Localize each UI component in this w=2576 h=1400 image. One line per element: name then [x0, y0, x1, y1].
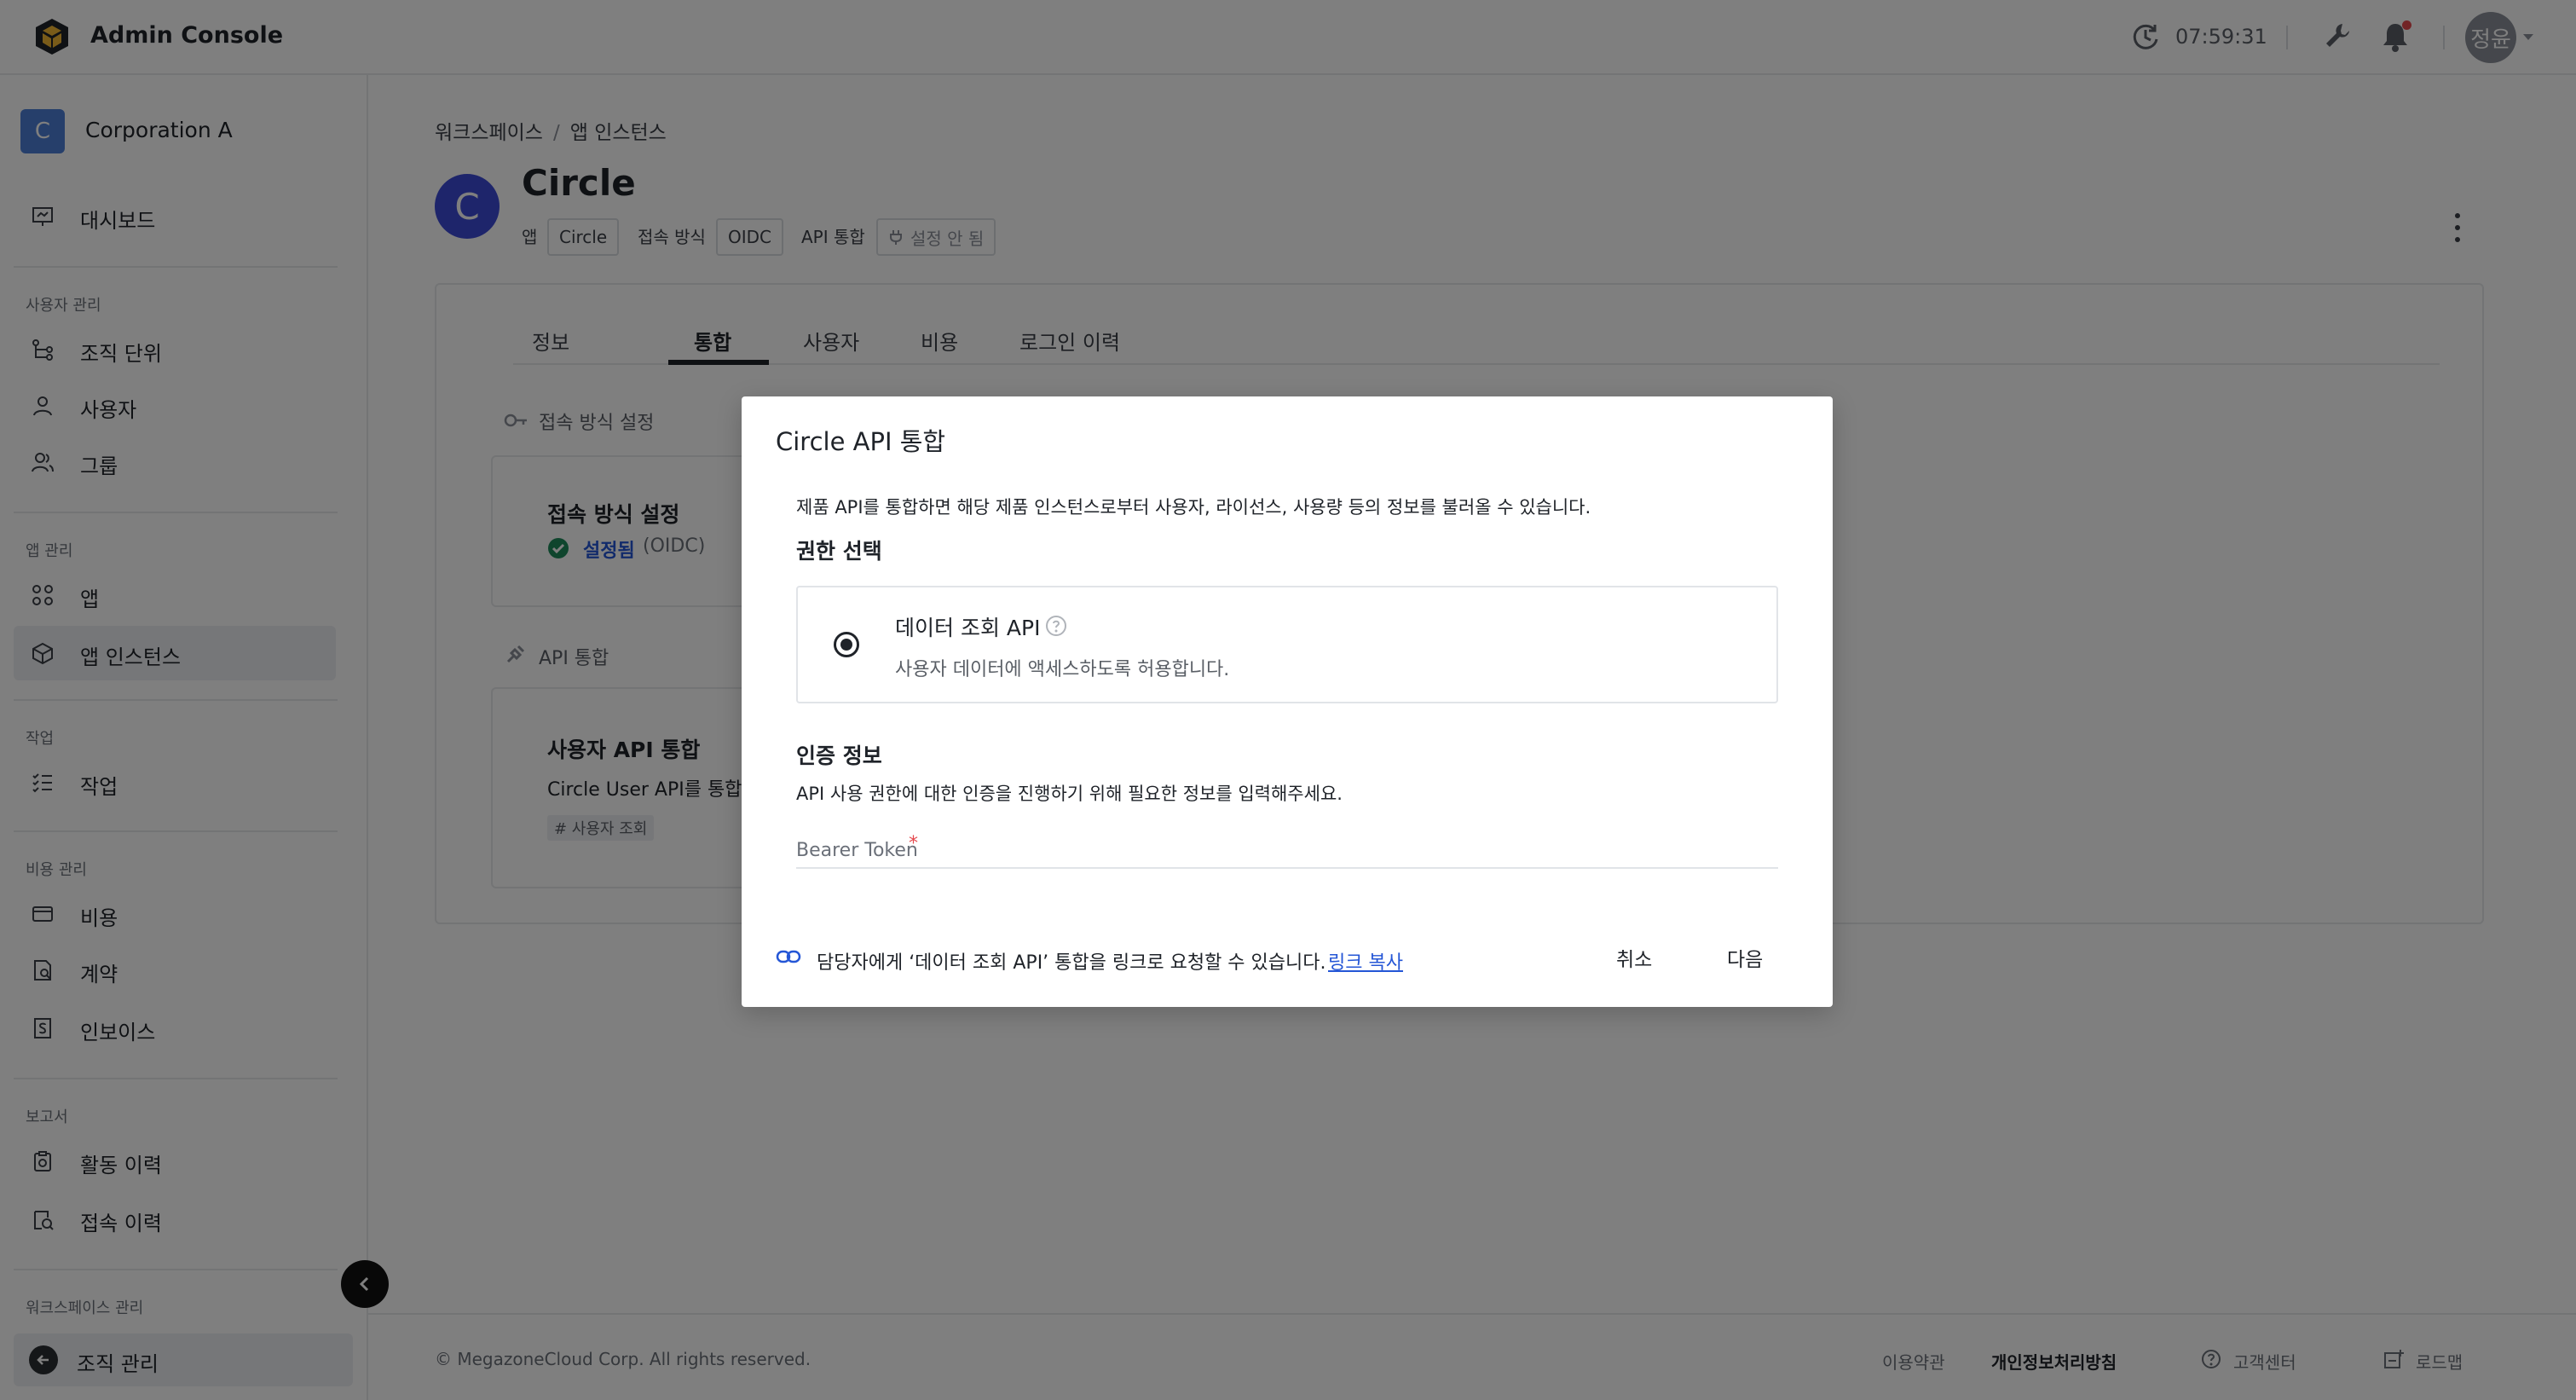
cancel-button[interactable]: 취소	[1599, 935, 1669, 980]
help-circle-icon[interactable]	[1045, 615, 1067, 637]
app-root: Admin Console 07:59:31 정윤 C Corporation …	[0, 0, 2576, 1400]
modal-description: 제품 API를 통합하면 해당 제품 인스턴스로부터 사용자, 라이선스, 사용…	[796, 497, 1591, 518]
next-button[interactable]: 다음	[1710, 935, 1780, 980]
permission-option[interactable]: 데이터 조회 API 사용자 데이터에 액세스하도록 허용합니다.	[796, 586, 1778, 703]
bearer-token-input[interactable]	[796, 833, 1778, 869]
modal-title: Circle API 통합	[776, 427, 946, 456]
required-asterisk: *	[909, 833, 918, 854]
share-request-text: 담당자에게 ‘데이터 조회 API’ 통합을 링크로 요청할 수 있습니다.	[817, 952, 1326, 974]
permission-name: 데이터 조회 API	[895, 616, 1041, 640]
copy-link-button[interactable]: 링크 복사	[1328, 947, 1403, 975]
auth-description: API 사용 권한에 대한 인증을 진행하기 위해 필요한 정보를 입력해주세요…	[796, 784, 1343, 804]
permission-radio[interactable]	[834, 632, 859, 657]
api-integration-modal: Circle API 통합 제품 API를 통합하면 해당 제품 인스턴스로부터…	[742, 396, 1833, 1007]
permission-heading: 권한 선택	[796, 539, 882, 564]
link-icon	[776, 950, 801, 963]
auth-heading: 인증 정보	[796, 743, 882, 768]
permission-description: 사용자 데이터에 액세스하도록 허용합니다.	[895, 659, 1230, 680]
